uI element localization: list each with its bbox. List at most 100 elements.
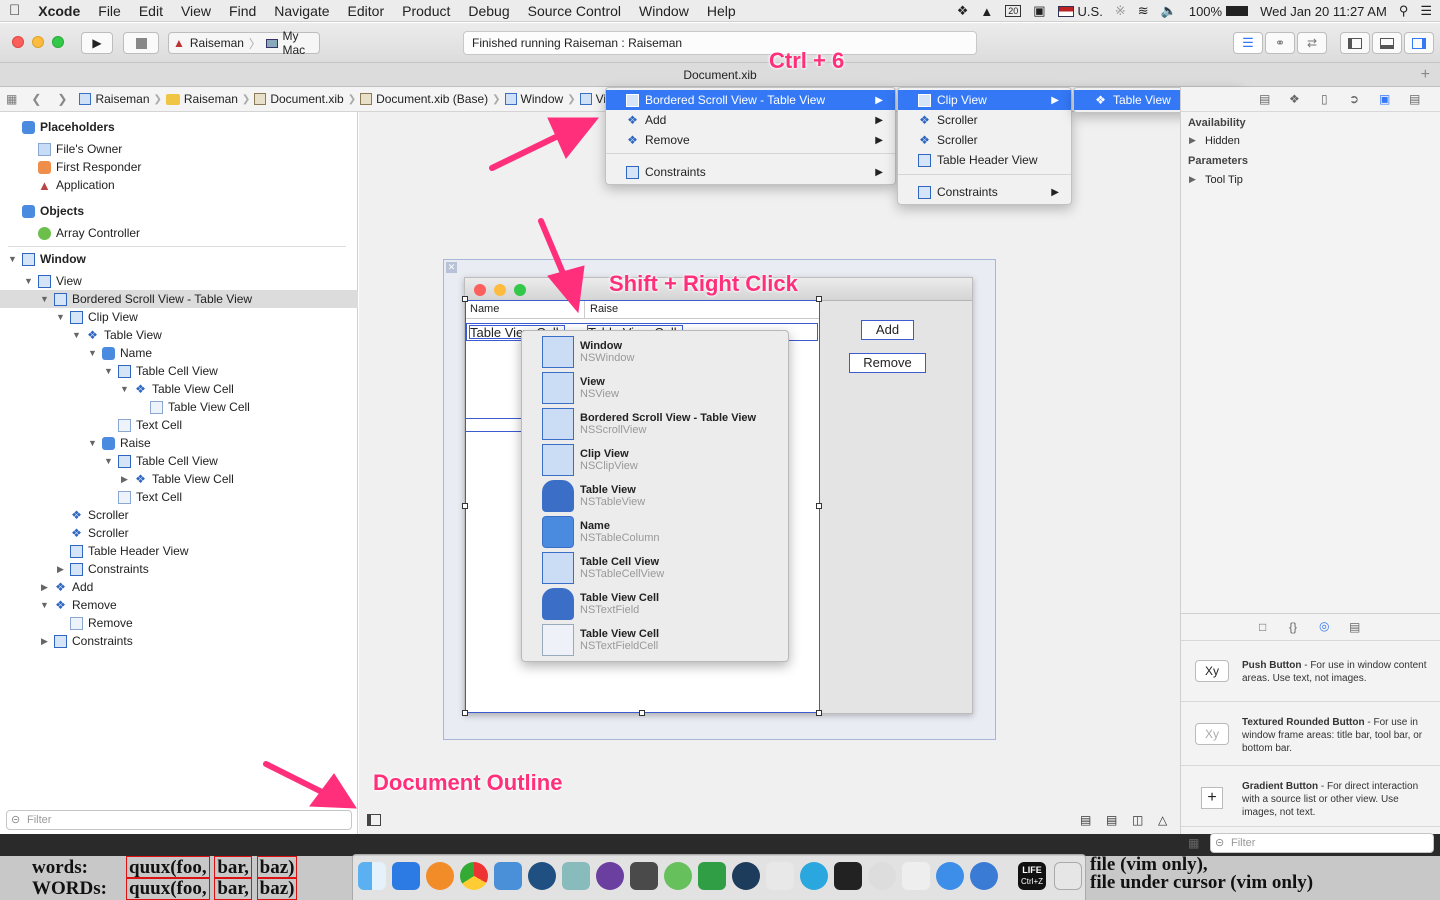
code-snippet-library-icon[interactable]: {} [1289,620,1297,634]
clock[interactable]: Wed Jan 20 11:27 AM [1260,4,1387,19]
trash-icon[interactable] [1054,862,1082,890]
popup-item-window[interactable]: Window NSWindow [542,335,634,369]
resolve-issues-icon[interactable]: △ [1158,813,1167,827]
standard-editor-button[interactable]: ☰ [1233,32,1263,54]
menu-view[interactable]: View [172,3,220,19]
menu-editor[interactable]: Editor [339,3,394,19]
disclosure-open-icon[interactable]: ▼ [24,276,33,286]
toggle-debug-button[interactable] [1372,32,1402,54]
preview-icon[interactable] [562,862,590,890]
menu-source-control[interactable]: Source Control [519,3,630,19]
outline-table-view[interactable]: ▼ ❖ Table View [72,326,162,344]
popup-item-name-column[interactable]: Name NSTableColumn [542,515,659,549]
disclosure-open-icon[interactable]: ▼ [88,438,97,448]
effects-inspector-icon[interactable]: ▤ [1409,92,1420,106]
outline-constraints[interactable]: ▶ Constraints [40,632,133,650]
menu-edit[interactable]: Edit [130,3,172,19]
forward-icon[interactable]: ❯ [49,92,75,106]
sublime-icon[interactable] [630,862,658,890]
outline-table-cell-view[interactable]: ▼ Table Cell View [104,362,218,380]
close-window-icon[interactable]: ✕ [446,262,457,273]
add-button[interactable]: Add [861,320,914,340]
add-tab-icon[interactable]: + [1421,63,1430,87]
outline-filter-input[interactable]: ⊝ Filter [6,810,352,830]
disclosure-open-icon[interactable]: ▼ [40,600,49,610]
menu-item-constraints-2[interactable]: Constraints ▶ [898,182,1071,202]
toggle-navigator-button[interactable] [1340,32,1370,54]
menu-item-scroller-1[interactable]: ❖ Scroller [898,110,1071,130]
file-template-library-icon[interactable]: □ [1259,620,1266,634]
outline-table-cell-view-2[interactable]: ▼ Table Cell View [104,452,218,470]
resize-handle[interactable] [639,710,645,716]
back-icon[interactable]: ❮ [23,92,49,106]
connections-inspector-icon[interactable]: ➲ [1349,92,1359,106]
bluetooth-icon[interactable]: ※ [1115,3,1126,19]
resize-handle[interactable] [816,710,822,716]
popup-item-table-cell-view[interactable]: Table Cell View NSTableCellView [542,551,664,585]
menu-item-bordered-scroll-view[interactable]: Bordered Scroll View - Table View ▶ [606,90,895,110]
menu-item-add[interactable]: ❖ Add ▶ [606,110,895,130]
library-item-push-button[interactable]: Xy Push Button - For use in window conte… [1181,642,1440,702]
tab-document-xib[interactable]: Document.xib [683,68,756,82]
remove-button[interactable]: Remove [849,353,926,373]
menu-window[interactable]: Window [630,3,698,19]
column-header-raise[interactable]: Raise [590,303,618,315]
attributes-inspector-icon[interactable]: ❖ [1289,92,1300,106]
flag-icon[interactable] [1057,5,1074,17]
xcode-icon[interactable] [392,862,420,890]
outline-view[interactable]: ▼ View [24,272,82,290]
disclosure-closed-icon[interactable]: ▶ [56,564,65,575]
disclosure-closed-icon[interactable]: ▶ [1188,174,1197,186]
jump-item-window[interactable]: Window [501,92,568,106]
grid-view-icon[interactable]: ▦ [1188,836,1199,850]
outline-table-view-cell[interactable]: ▼ ❖ Table View Cell [120,380,234,398]
wifi-icon[interactable]: ≋ [1138,3,1149,19]
paw-icon[interactable] [970,862,998,890]
outline-application[interactable]: ▲ Application [38,176,115,194]
battery-icon[interactable] [1226,6,1249,16]
resize-handle[interactable] [462,710,468,716]
disclosure-open-icon[interactable]: ▼ [104,366,113,376]
library-item-gradient-button[interactable]: + Gradient Button - For direct interacti… [1181,767,1440,827]
outline-text-cell-2[interactable]: Text Cell [118,488,182,506]
notification-center-icon[interactable]: ☰ [1420,3,1432,19]
disclosure-open-icon[interactable]: ▼ [40,294,49,304]
outline-table-view-cell-inner[interactable]: Table View Cell [150,398,250,416]
outline-first-responder[interactable]: First Responder [38,158,141,176]
menu-navigate[interactable]: Navigate [265,3,338,19]
popup-item-clip-view[interactable]: Clip View NSClipView [542,443,638,477]
tooltip-binding-row[interactable]: ▶ Tool Tip [1188,174,1243,186]
library-filter-input[interactable]: ⊝ Filter [1210,833,1434,853]
size-inspector-icon[interactable]: ▯ [1321,92,1328,106]
disclosure-closed-icon[interactable]: ▶ [40,582,49,593]
outline-scroller-1[interactable]: ❖ Scroller [70,506,129,524]
outline-placeholders-header[interactable]: Placeholders [22,118,115,136]
outline-files-owner[interactable]: File's Owner [38,140,122,158]
atom-icon[interactable] [664,862,692,890]
evernote-icon[interactable] [698,862,726,890]
hidden-binding-row[interactable]: ▶ Hidden [1188,135,1240,147]
outline-table-view-cell-2[interactable]: ▶ ❖ Table View Cell [120,470,234,488]
menu-help[interactable]: Help [698,3,745,19]
related-items-icon[interactable]: ▦ [0,92,23,106]
menu-debug[interactable]: Debug [459,3,518,19]
chrome-icon[interactable] [460,862,488,890]
spotlight-icon[interactable]: ⚲ [1399,3,1409,19]
launchpad-icon[interactable] [902,862,930,890]
outline-clip-view[interactable]: ▼ Clip View [56,308,138,326]
minimize-button[interactable] [32,36,44,48]
jump-item-xib[interactable]: Document.xib [250,92,347,106]
disclosure-closed-icon[interactable]: ▶ [1188,135,1197,147]
menu-xcode[interactable]: Xcode [29,3,89,19]
popup-item-text-field-cell[interactable]: Table View Cell NSTextFieldCell [542,623,659,657]
disclosure-open-icon[interactable]: ▼ [56,312,65,322]
menu-item-table-header-view[interactable]: Table Header View [898,150,1071,170]
disclosure-open-icon[interactable]: ▼ [72,330,81,340]
terminal-icon[interactable] [834,862,862,890]
menu-item-constraints[interactable]: Constraints ▶ [606,162,895,182]
object-library-icon[interactable]: ◎ [1319,619,1329,633]
calendar-icon[interactable]: 20 [1005,5,1022,17]
menu-item-remove[interactable]: ❖ Remove ▶ [606,130,895,150]
bindings-inspector-icon[interactable]: ▣ [1379,92,1390,106]
media-library-icon[interactable]: ▤ [1349,620,1360,634]
